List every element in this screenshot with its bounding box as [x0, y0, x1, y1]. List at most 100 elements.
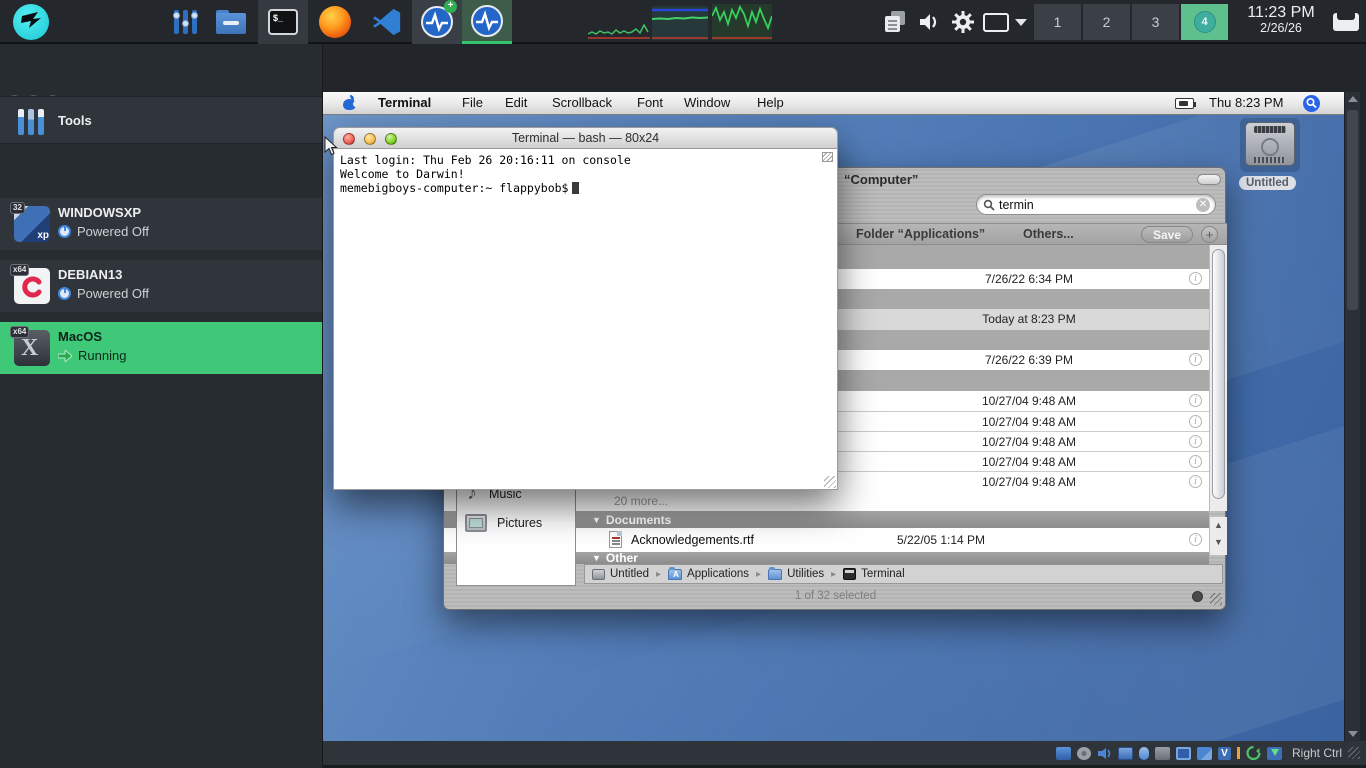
mac-menu-help[interactable]: Help	[757, 95, 784, 110]
load-graph[interactable]	[712, 4, 772, 40]
network-history-graph[interactable]	[588, 20, 650, 40]
list-scrollbar[interactable]	[1209, 245, 1227, 511]
search-input[interactable]	[999, 196, 1179, 213]
sidebar-item-pictures[interactable]: Pictures	[465, 514, 542, 532]
mac-menu-font[interactable]: Font	[637, 95, 663, 110]
display-status-icon[interactable]	[1176, 747, 1191, 760]
desktop-icon-untitled[interactable]: Untitled	[1238, 120, 1302, 190]
vbox-logo-status-icon[interactable]: V	[1218, 747, 1231, 760]
terminal-resize-grip[interactable]	[824, 476, 836, 488]
path-bar: Untitled ▸ A Applications ▸ Utilities ▸ …	[584, 564, 1223, 584]
add-criteria-button[interactable]: +	[1201, 226, 1218, 243]
mac-menu-scrollback[interactable]: Scrollback	[552, 95, 612, 110]
display-tray-button[interactable]	[980, 0, 1012, 44]
macos-vm-icon: x64 X	[14, 330, 50, 366]
path-segment-utilities[interactable]: Utilities	[768, 568, 824, 580]
mac-menubar-clock[interactable]: Thu 8:23 PM	[1209, 95, 1283, 110]
workspace-label: 2	[1103, 14, 1111, 30]
apple-menu[interactable]	[343, 96, 356, 110]
network-status-icon[interactable]	[1118, 747, 1133, 760]
firefox-launcher[interactable]	[312, 0, 358, 44]
terminal-title: Terminal — bash — 80x24	[512, 131, 659, 145]
list-scrollbar-thumb[interactable]	[1212, 249, 1225, 499]
recording-status-icon[interactable]	[1197, 747, 1212, 760]
info-icon[interactable]: i	[1189, 272, 1202, 285]
audio-status-icon[interactable]	[1097, 747, 1112, 760]
mac-menu-window[interactable]: Window	[684, 95, 730, 110]
mixer-launcher[interactable]	[168, 0, 202, 44]
activity-monitor-launcher[interactable]: +	[412, 0, 462, 44]
mac-menu-file[interactable]: File	[462, 95, 483, 110]
workspace-2-button[interactable]: 2	[1083, 4, 1130, 40]
scroll-up-arrow[interactable]	[1348, 96, 1358, 102]
vm-scrollbar-thumb[interactable]	[1347, 110, 1358, 310]
tools-item[interactable]: Tools	[0, 96, 322, 144]
finder-resize-grip[interactable]	[1210, 593, 1222, 605]
apple-logo-icon	[343, 96, 356, 110]
scope-others-button[interactable]: Others...	[1023, 227, 1074, 241]
usb-status-icon[interactable]	[1139, 747, 1149, 760]
info-icon[interactable]: i	[1189, 475, 1202, 488]
volume-tray-button[interactable]	[914, 0, 944, 44]
window-scroll-arrows[interactable]: ▲▼	[1209, 517, 1227, 555]
minimize-button[interactable]	[364, 133, 376, 145]
vm-item-windowsxp[interactable]: 32 xp WINDOWSXP Powered Off	[0, 198, 322, 250]
activity-monitor-window-button[interactable]	[462, 0, 512, 44]
info-icon[interactable]: i	[1189, 533, 1202, 546]
scroll-down-arrow[interactable]	[1348, 731, 1358, 737]
settings-tray-button[interactable]	[948, 0, 978, 44]
path-segment-untitled[interactable]: Untitled	[592, 568, 649, 580]
workspace-3-button[interactable]: 3	[1132, 4, 1179, 40]
vm-resize-grip[interactable]	[1348, 747, 1360, 759]
terminal-launcher[interactable]: $_	[258, 0, 308, 44]
path-separator-icon: ▸	[831, 569, 836, 580]
keyboard-capture-icon[interactable]	[1267, 747, 1282, 760]
clear-search-icon[interactable]: ✕	[1196, 198, 1210, 212]
info-icon[interactable]: i	[1189, 394, 1202, 407]
workspace-1-button[interactable]: 1	[1034, 4, 1081, 40]
show-desktop-button[interactable]	[1330, 0, 1362, 44]
toolbar-pill-button[interactable]	[1197, 174, 1221, 185]
app-menu-button[interactable]	[10, 0, 52, 44]
hdd-status-icon[interactable]	[1056, 747, 1071, 760]
close-button[interactable]	[343, 133, 355, 145]
cd-status-icon[interactable]	[1077, 747, 1091, 760]
shared-folders-status-icon[interactable]	[1155, 747, 1170, 760]
info-icon[interactable]: i	[1189, 435, 1202, 448]
mac-app-menu[interactable]: Terminal	[378, 95, 431, 110]
finder-status-bar: 1 of 32 selected	[444, 584, 1227, 610]
guest-screen: Terminal File Edit Scrollback Font Windo…	[323, 92, 1344, 741]
spotlight-button[interactable]	[1303, 95, 1320, 112]
info-icon[interactable]: i	[1189, 353, 1202, 366]
utilities-folder-icon	[768, 569, 782, 580]
mouse-integration-icon[interactable]	[1246, 746, 1261, 760]
terminal-titlebar[interactable]: Terminal — bash — 80x24	[333, 127, 838, 149]
panel-clock[interactable]: 11:23 PM 2/26/26	[1238, 4, 1324, 35]
terminal-content[interactable]: Last login: Thu Feb 26 20:16:11 on conso…	[333, 149, 838, 490]
zoom-button[interactable]	[385, 133, 397, 145]
activity-led	[1237, 747, 1240, 759]
tray-expander[interactable]	[1012, 0, 1030, 44]
info-icon[interactable]: i	[1189, 455, 1202, 468]
desktop-root: $_ +	[0, 0, 1366, 768]
vscode-launcher[interactable]	[364, 0, 410, 44]
clipboard-tray-button[interactable]	[882, 0, 910, 44]
scope-folder-button[interactable]: Folder “Applications”	[856, 227, 985, 241]
workspace-4-button[interactable]: 4	[1181, 4, 1228, 40]
vm-vertical-scrollbar[interactable]	[1344, 92, 1360, 741]
save-button[interactable]: Save	[1141, 226, 1193, 243]
path-segment-terminal[interactable]: Terminal	[843, 568, 904, 580]
file-manager-launcher[interactable]	[212, 0, 250, 44]
mac-menubar: Terminal File Edit Scrollback Font Windo…	[323, 92, 1344, 115]
battery-icon[interactable]	[1175, 98, 1194, 109]
vm-name: MacOS	[58, 329, 102, 344]
vm-item-debian13[interactable]: x64 DEBIAN13 Powered Off	[0, 260, 322, 312]
debian-vm-icon: x64	[14, 268, 50, 304]
search-field[interactable]: ✕	[976, 194, 1216, 215]
mac-menu-edit[interactable]: Edit	[505, 95, 527, 110]
info-icon[interactable]: i	[1189, 415, 1202, 428]
cpu-memory-graph[interactable]	[652, 6, 708, 40]
vm-item-macos[interactable]: x64 X MacOS Running	[0, 322, 322, 374]
path-segment-applications[interactable]: A Applications	[668, 568, 749, 580]
notes-icon	[885, 11, 907, 33]
